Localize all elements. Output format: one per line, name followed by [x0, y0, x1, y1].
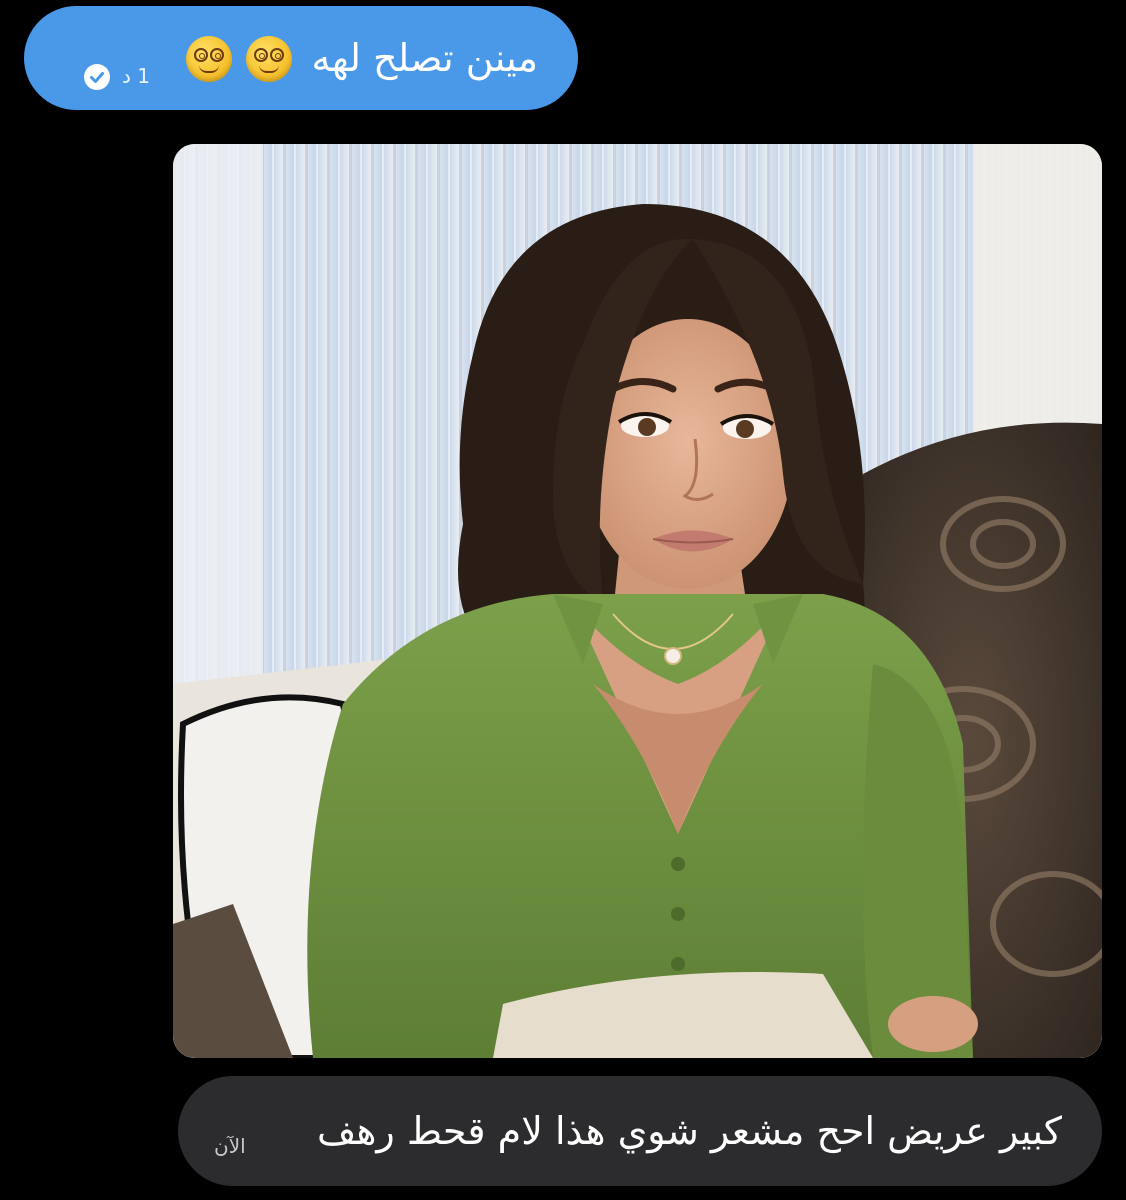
outgoing-message-text: مينن تصلح لهه [311, 36, 538, 80]
photo-attachment[interactable] [173, 144, 1102, 1058]
spiral-eyes-emoji-icon [186, 36, 232, 82]
outgoing-message-bubble[interactable]: مينن تصلح لهه 1 د [24, 6, 578, 110]
check-circle-icon [84, 64, 110, 90]
outgoing-message-time: 1 د [122, 64, 150, 88]
spiral-eyes-emoji-icon [246, 36, 292, 82]
incoming-message-time: الآن [214, 1134, 246, 1158]
incoming-message-bubble[interactable]: كبير عريض احح مشعر شوي هذا لام قحط رهف ا… [178, 1076, 1102, 1186]
incoming-message-text: كبير عريض احح مشعر شوي هذا لام قحط رهف [317, 1109, 1062, 1153]
woman-in-green-top-photo [173, 144, 1102, 1058]
